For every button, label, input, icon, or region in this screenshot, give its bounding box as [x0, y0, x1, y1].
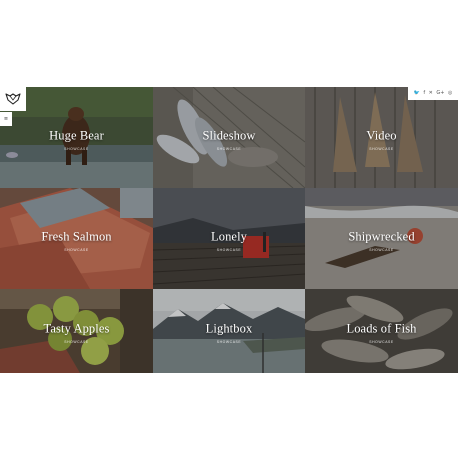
tile-subtitle: Showcase — [216, 146, 242, 151]
portfolio-tile-fresh-salmon[interactable]: Fresh Salmon Showcase — [0, 188, 153, 289]
portfolio-tile-lonely[interactable]: Lonely Showcase — [153, 188, 305, 289]
tile-subtitle: Showcase — [64, 247, 89, 252]
tile-subtitle: Showcase — [216, 340, 242, 344]
site-logo[interactable] — [0, 87, 26, 111]
tile-title: Huge Bear — [49, 128, 104, 143]
tile-title: Tasty Apples — [43, 321, 110, 336]
social-links: 🐦 f ✕ G+ ◎ — [408, 87, 458, 100]
tile-title: Slideshow — [202, 128, 256, 143]
tile-title: Shipwrecked — [348, 229, 415, 244]
tile-title: Lightbox — [205, 321, 253, 336]
portfolio-tile-slideshow[interactable]: Slideshow Showcase — [153, 87, 305, 188]
wolf-logo-icon — [5, 93, 21, 105]
hamburger-icon: ≡ — [3, 116, 9, 122]
tile-subtitle: Showcase — [64, 146, 89, 151]
tile-title: Fresh Salmon — [41, 229, 112, 244]
twitter-icon[interactable]: 🐦 — [414, 91, 420, 96]
portfolio-tile-video[interactable]: Video Showcase — [305, 87, 458, 188]
tile-subtitle: Showcase — [64, 340, 89, 344]
portfolio-tile-tasty-apples[interactable]: Tasty Apples Showcase — [0, 289, 153, 373]
portfolio-tile-lightbox[interactable]: Lightbox Showcase — [153, 289, 305, 373]
tile-subtitle: Showcase — [369, 247, 394, 252]
googleplus-icon[interactable]: G+ — [436, 91, 444, 96]
facebook-icon[interactable]: f — [423, 91, 425, 96]
tile-subtitle: Showcase — [216, 247, 242, 252]
xing-icon[interactable]: ✕ — [429, 91, 433, 96]
tile-title: Video — [366, 128, 397, 143]
tile-title: Loads of Fish — [346, 321, 417, 336]
portfolio-grid: Huge Bear Showcase Slideshow Showcase — [0, 87, 458, 373]
tile-title: Lonely — [210, 229, 247, 244]
portfolio-tile-shipwrecked[interactable]: Shipwrecked Showcase — [305, 188, 458, 289]
menu-button[interactable]: ≡ — [0, 112, 12, 126]
tile-subtitle: Showcase — [369, 340, 394, 344]
dribbble-icon[interactable]: ◎ — [448, 91, 452, 96]
tile-subtitle: Showcase — [369, 146, 394, 151]
portfolio-tile-loads-of-fish[interactable]: Loads of Fish Showcase — [305, 289, 458, 373]
